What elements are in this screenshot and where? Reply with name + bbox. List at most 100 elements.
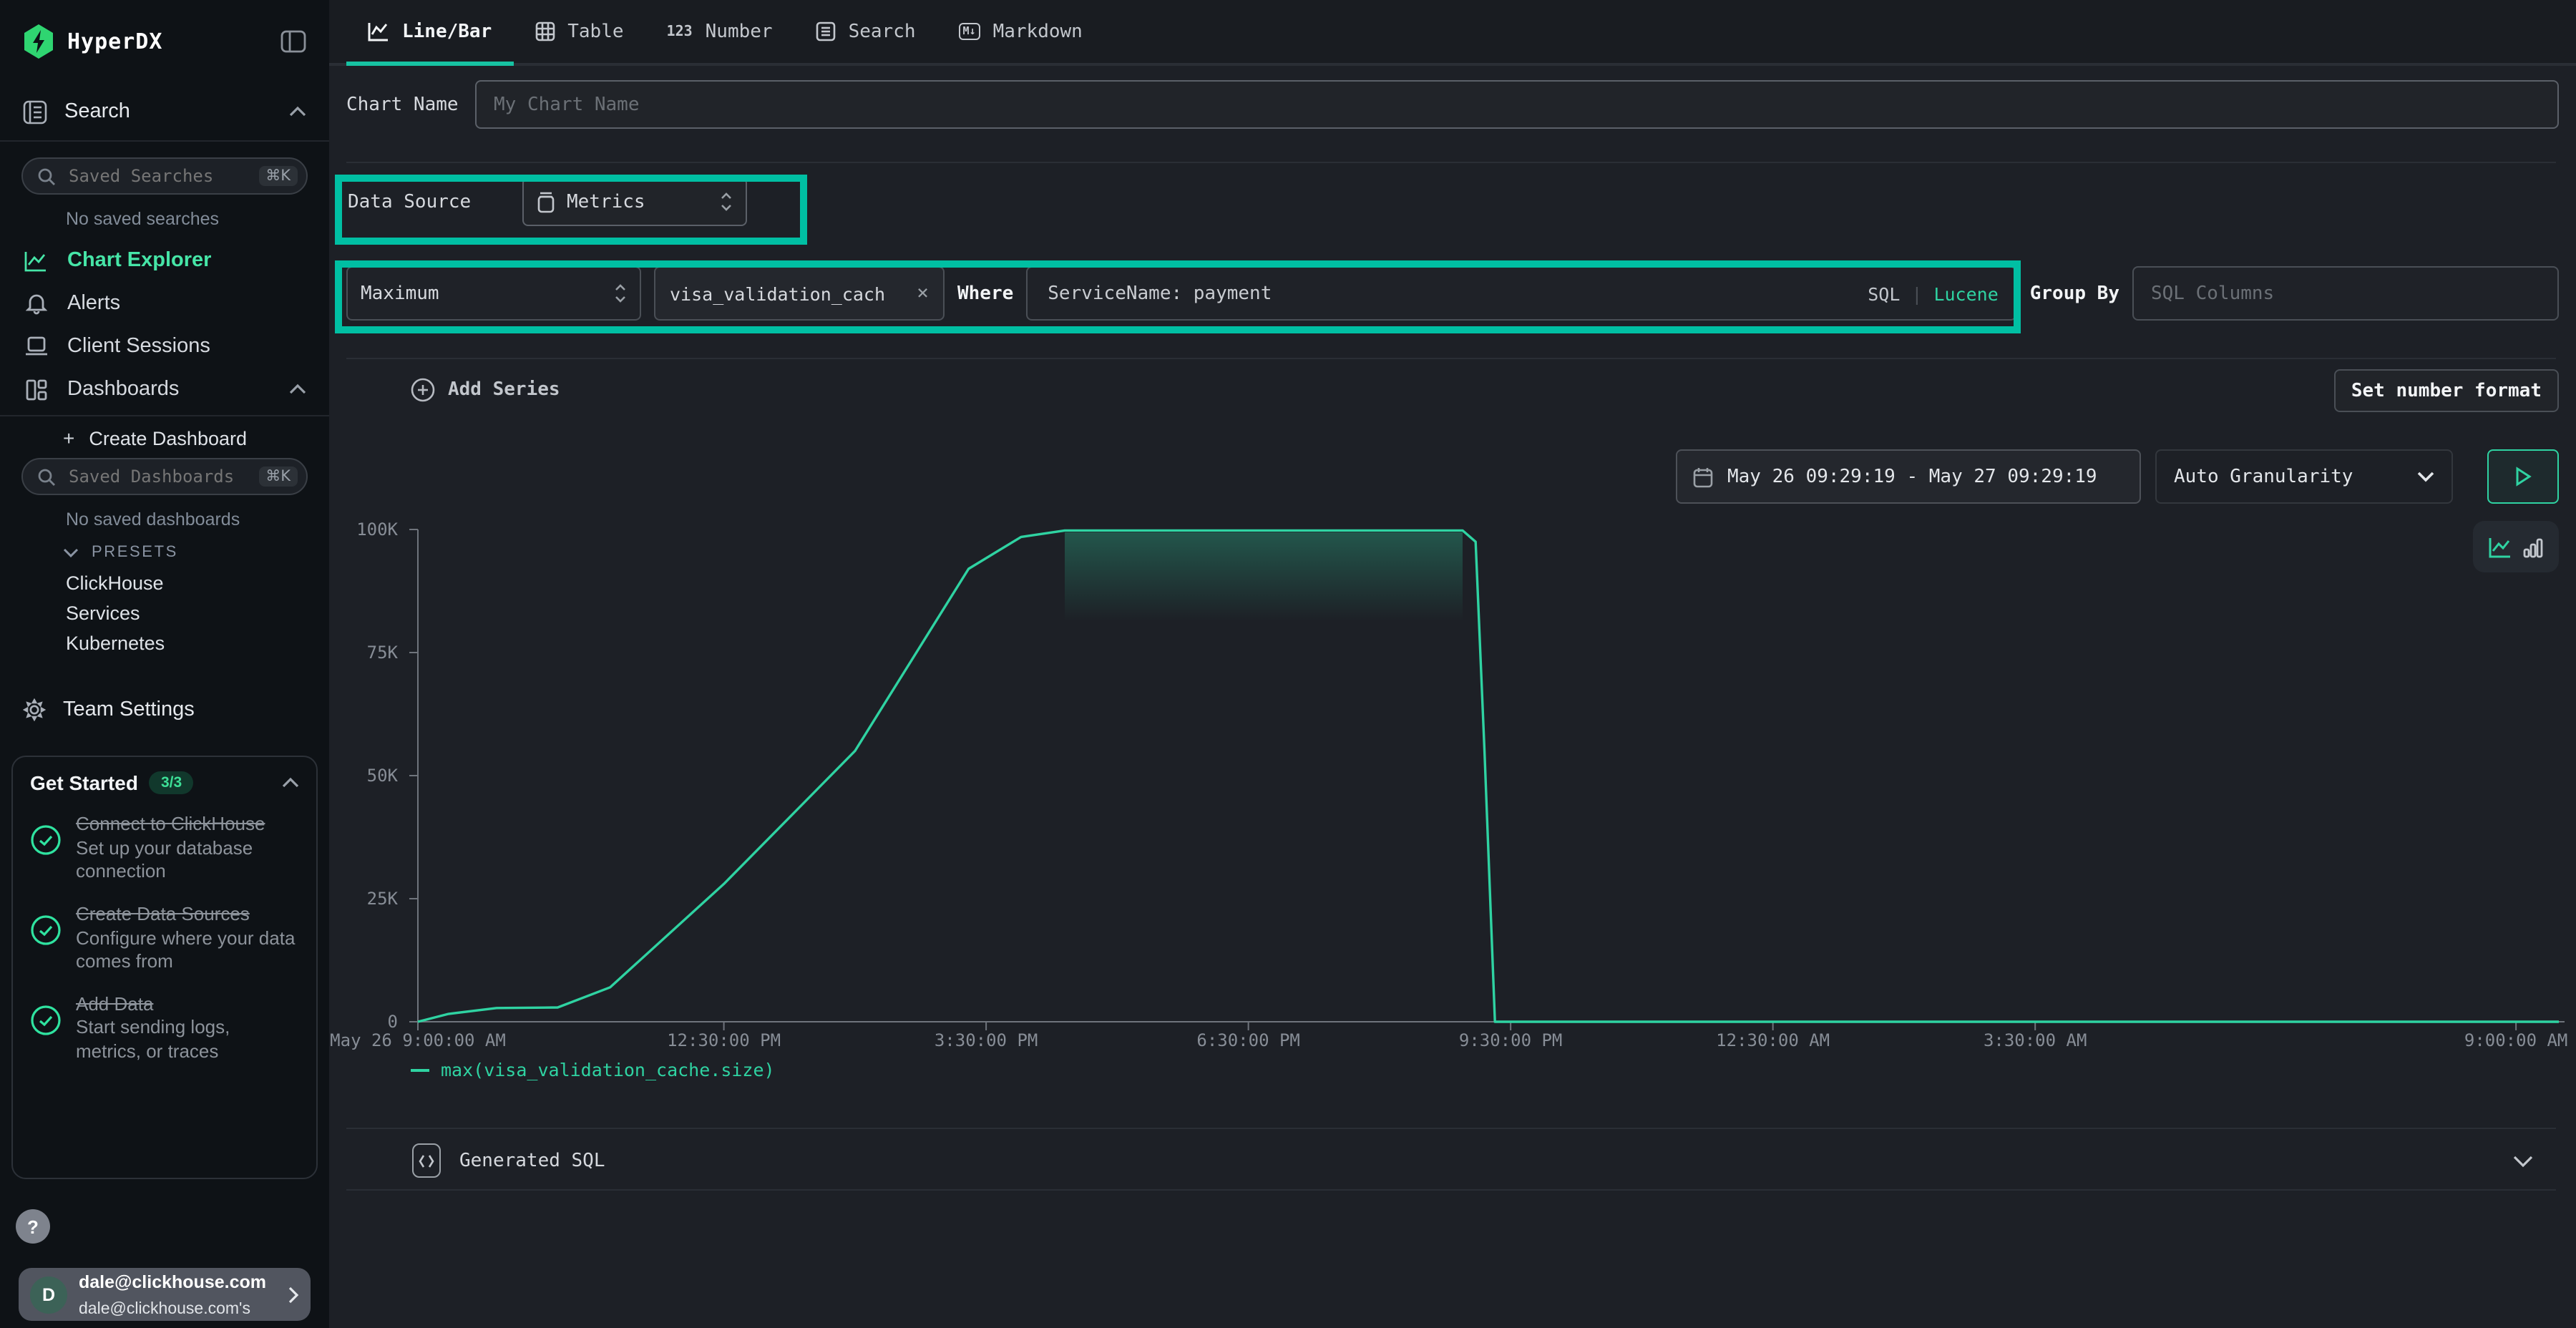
generated-sql-label: Generated SQL bbox=[459, 1150, 605, 1171]
no-saved-searches-note: No saved searches bbox=[66, 209, 219, 229]
divider bbox=[0, 140, 329, 142]
get-started-item-title: Add Data bbox=[76, 993, 153, 1015]
saved-dashboards-field[interactable] bbox=[66, 465, 258, 488]
preset-clickhouse[interactable]: ClickHouse bbox=[66, 572, 164, 594]
timeseries-chart[interactable] bbox=[401, 524, 2565, 1033]
get-started-progress-badge: 3/3 bbox=[150, 771, 193, 794]
get-started-item-desc: Set up your database connection bbox=[76, 836, 253, 882]
check-circle-icon bbox=[30, 824, 64, 884]
code-brackets-icon bbox=[412, 1143, 441, 1178]
sidebar-item-team-settings[interactable]: Team Settings bbox=[0, 690, 329, 730]
chevron-right-icon bbox=[288, 1286, 299, 1303]
chart-toolbar: May 26 09:29:19 - May 27 09:29:19 Auto G… bbox=[329, 449, 2559, 504]
sidebar-item-label: Client Sessions bbox=[67, 335, 210, 358]
tab-line-bar[interactable]: Line/Bar bbox=[346, 0, 513, 63]
chart-line-icon bbox=[23, 250, 49, 271]
chevron-down-icon[interactable] bbox=[2513, 1154, 2533, 1167]
get-started-item-datasources[interactable]: Create Data Sources Configure where your… bbox=[30, 903, 299, 975]
where-input[interactable] bbox=[1045, 281, 1868, 306]
sidebar-item-dashboards[interactable]: Dashboards bbox=[0, 369, 329, 409]
date-range-picker[interactable]: May 26 09:29:19 - May 27 09:29:19 bbox=[1676, 449, 2141, 504]
granularity-value: Auto Granularity bbox=[2174, 466, 2353, 487]
preset-kubernetes[interactable]: Kubernetes bbox=[66, 633, 165, 654]
plus-circle-icon bbox=[411, 378, 435, 402]
saved-searches-input[interactable]: ⌘K bbox=[21, 157, 308, 195]
sidebar-section-search[interactable]: Search bbox=[0, 92, 329, 132]
tab-markdown[interactable]: M↓ Markdown bbox=[937, 0, 1104, 63]
where-filter-box: SQL | Lucene bbox=[1026, 266, 2016, 321]
get-started-item-desc: Start sending logs, metrics, or traces bbox=[76, 1017, 230, 1062]
hyperdx-logo-icon bbox=[23, 24, 54, 59]
presets-header[interactable]: PRESETS bbox=[63, 544, 178, 561]
tab-label: Markdown bbox=[993, 21, 1083, 42]
table-icon bbox=[535, 21, 555, 42]
sidebar-item-client-sessions[interactable]: Client Sessions bbox=[0, 326, 329, 366]
aggregation-select[interactable]: Maximum bbox=[346, 266, 641, 321]
laptop-icon bbox=[23, 336, 49, 356]
app-window: HyperDX Search ⌘K No saved searches bbox=[0, 0, 2576, 1328]
get-started-item-adddata[interactable]: Add Data Start sending logs, metrics, or… bbox=[30, 993, 299, 1065]
sidebar-item-chart-explorer[interactable]: Chart Explorer bbox=[0, 240, 329, 280]
data-source-select[interactable]: Metrics bbox=[522, 177, 747, 226]
create-dashboard-label: Create Dashboard bbox=[89, 427, 247, 449]
number-123-icon: 123 bbox=[667, 24, 693, 39]
tab-label: Number bbox=[706, 21, 773, 42]
add-series-button[interactable]: Add Series bbox=[411, 378, 560, 402]
chart-legend: max(visa_validation_cache.size) bbox=[411, 1059, 775, 1080]
set-number-format-button[interactable]: Set number format bbox=[2334, 369, 2559, 412]
sidebar: HyperDX Search ⌘K No saved searches bbox=[0, 0, 329, 1328]
check-circle-icon bbox=[30, 914, 64, 975]
divider bbox=[346, 358, 2556, 359]
data-source-label: Data Source bbox=[348, 191, 522, 213]
chart-name-input[interactable] bbox=[475, 80, 2559, 129]
logo-row: HyperDX bbox=[0, 17, 329, 66]
metric-field-tag[interactable]: visa_validation_cach × bbox=[654, 266, 945, 321]
tab-label: Search bbox=[849, 21, 916, 42]
create-dashboard-button[interactable]: + Create Dashboard bbox=[63, 426, 247, 449]
user-menu[interactable]: D dale@clickhouse.com dale@clickhouse.co… bbox=[19, 1268, 311, 1321]
sidebar-item-alerts[interactable]: Alerts bbox=[0, 283, 329, 323]
group-by-label: Group By bbox=[2030, 283, 2119, 304]
get-started-item-desc: Configure where your data comes from bbox=[76, 927, 295, 972]
aggregation-value: Maximum bbox=[361, 283, 439, 304]
chevron-up-icon bbox=[289, 384, 306, 395]
generated-sql-row[interactable]: Generated SQL bbox=[346, 1131, 2559, 1191]
check-circle-icon bbox=[30, 1005, 64, 1065]
x-axis-labels: May 26 9:00:00 AM12:30:00 PM3:30:00 PM6:… bbox=[401, 1025, 2565, 1053]
group-by-input[interactable] bbox=[2132, 266, 2559, 321]
saved-searches-field[interactable] bbox=[66, 165, 258, 187]
tab-table[interactable]: Table bbox=[513, 0, 645, 63]
user-email: dale@clickhouse.com bbox=[79, 1271, 266, 1292]
get-started-item-title: Connect to ClickHouse bbox=[76, 813, 265, 834]
divider bbox=[346, 1128, 2556, 1129]
preset-services[interactable]: Services bbox=[66, 602, 140, 624]
presets-header-label: PRESETS bbox=[92, 544, 178, 561]
line-chart-icon bbox=[368, 21, 389, 42]
plus-icon: + bbox=[63, 426, 74, 449]
chevron-up-icon bbox=[289, 106, 306, 117]
tab-label: Line/Bar bbox=[402, 21, 492, 42]
tab-search[interactable]: Search bbox=[794, 0, 937, 63]
granularity-select[interactable]: Auto Granularity bbox=[2155, 449, 2453, 504]
y-axis-labels: 025K50K75K100K bbox=[329, 524, 406, 1033]
updown-chevrons-icon bbox=[614, 283, 627, 303]
tab-number[interactable]: 123 Number bbox=[645, 0, 794, 63]
run-query-button[interactable] bbox=[2487, 449, 2559, 504]
saved-dashboards-input[interactable]: ⌘K bbox=[21, 458, 308, 495]
collapse-sidebar-icon[interactable] bbox=[280, 30, 306, 53]
lucene-mode-toggle[interactable]: Lucene bbox=[1933, 283, 1998, 304]
search-section-icon bbox=[23, 99, 47, 124]
divider bbox=[346, 162, 2556, 163]
chevron-down-icon bbox=[63, 547, 79, 557]
shortcut-badge: ⌘K bbox=[258, 166, 298, 186]
sql-mode-toggle[interactable]: SQL bbox=[1868, 283, 1900, 304]
help-button[interactable]: ? bbox=[16, 1209, 50, 1244]
chevron-down-icon bbox=[2417, 471, 2434, 482]
close-icon[interactable]: × bbox=[917, 282, 929, 305]
legend-label: max(visa_validation_cache.size) bbox=[441, 1059, 775, 1080]
chevron-up-icon[interactable] bbox=[282, 777, 299, 788]
get-started-item-connect[interactable]: Connect to ClickHouse Set up your databa… bbox=[30, 813, 299, 884]
tab-label: Table bbox=[567, 21, 623, 42]
play-icon bbox=[2514, 467, 2532, 487]
get-started-item-title: Create Data Sources bbox=[76, 903, 250, 924]
